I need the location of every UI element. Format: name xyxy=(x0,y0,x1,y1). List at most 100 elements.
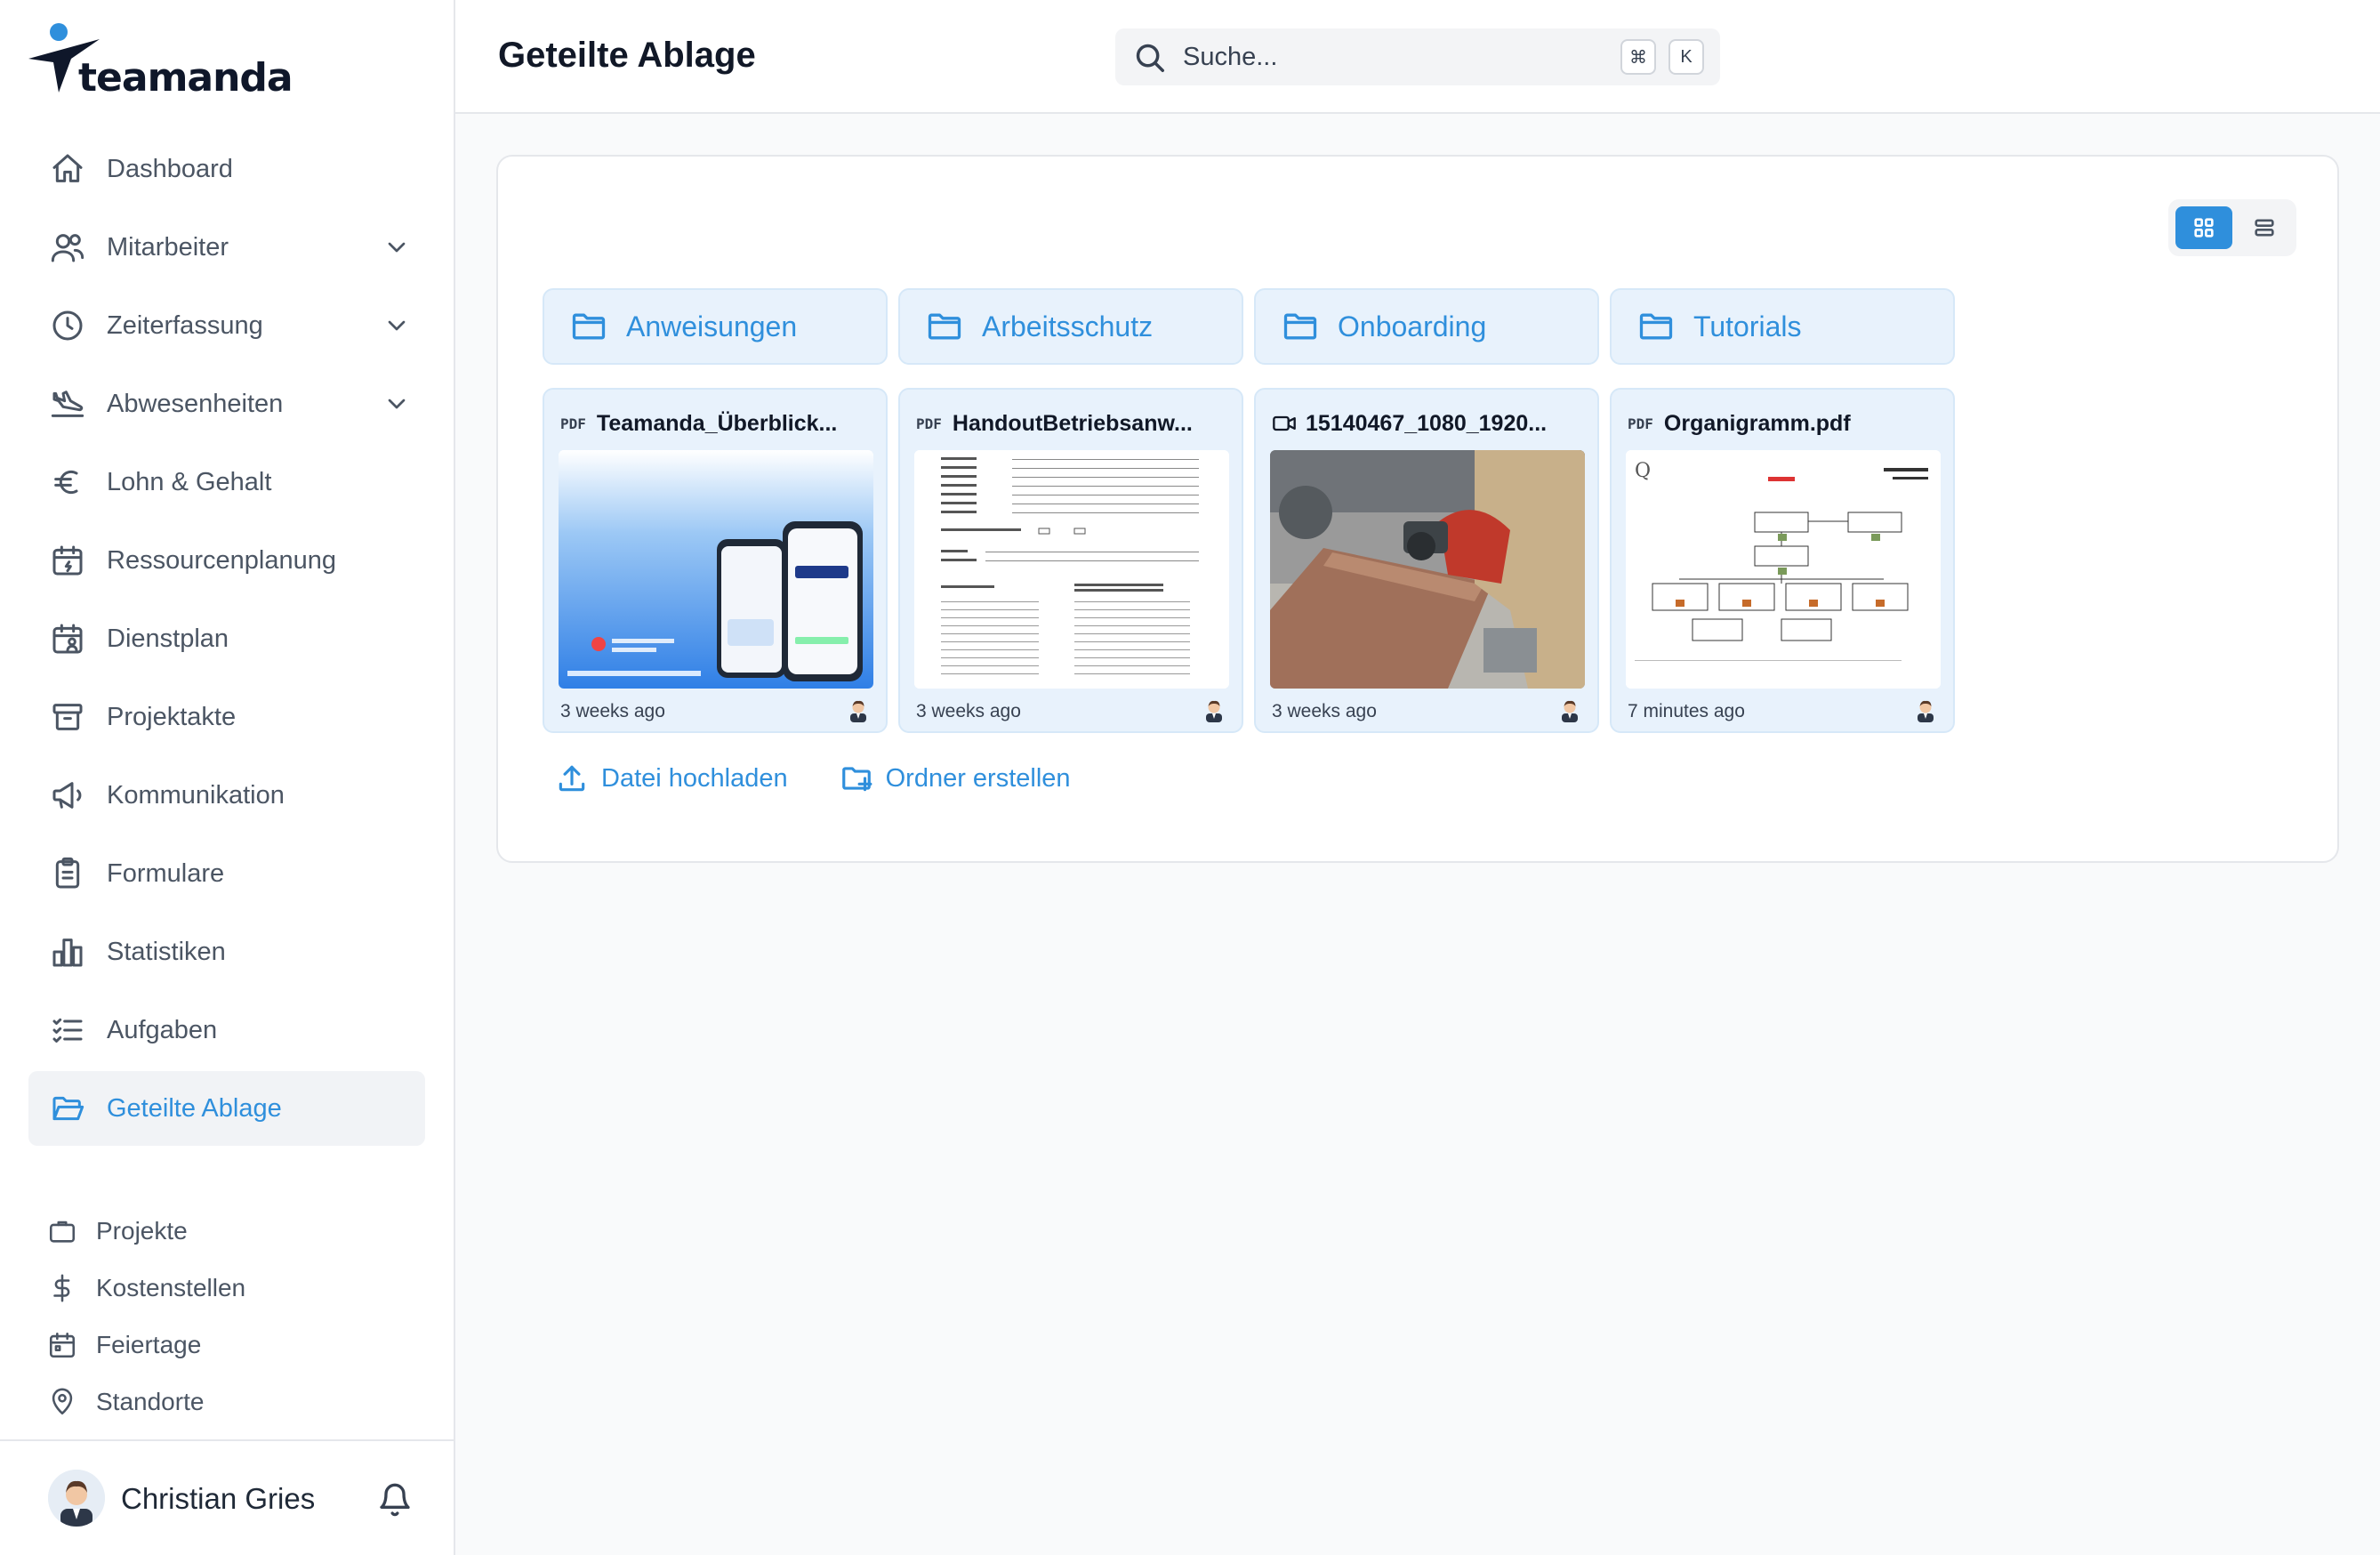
actions-row: Datei hochladen Ordner erstellen xyxy=(555,761,1122,795)
owner-avatar xyxy=(845,696,872,722)
view-toggle xyxy=(2168,199,2296,256)
folder-open-icon xyxy=(48,1089,87,1128)
folder-icon xyxy=(925,307,964,346)
sidebar-item-label: Formulare xyxy=(107,858,225,888)
file-modified-time: 3 weeks ago xyxy=(1272,701,1377,721)
search-bar[interactable]: Suche... ⌘ K xyxy=(1115,28,1720,85)
file-tile[interactable]: 15140467_1080_1920... 3 weeks ago xyxy=(1254,388,1599,733)
sidebar-item-label: Feiertage xyxy=(96,1331,202,1358)
sidebar-item-formulare[interactable]: Formulare xyxy=(28,836,425,911)
search-input[interactable]: Suche... xyxy=(1183,43,1277,72)
secondary-nav: Projekte Kostenstellen Feiertage Standor… xyxy=(46,1203,420,1430)
folder-tile[interactable]: Onboarding xyxy=(1254,288,1599,365)
sidebar-item-projekte[interactable]: Projekte xyxy=(46,1203,420,1260)
users-icon xyxy=(48,228,87,267)
folder-name: Anweisungen xyxy=(626,310,798,342)
sidebar-item-feiertage[interactable]: Feiertage xyxy=(46,1317,420,1374)
upload-file-button[interactable]: Datei hochladen xyxy=(555,761,788,795)
file-modified-time: 3 weeks ago xyxy=(916,701,1021,721)
task-list-icon xyxy=(48,1011,87,1050)
grid-view-button[interactable] xyxy=(2175,206,2232,249)
sidebar-item-aufgaben[interactable]: Aufgaben xyxy=(28,993,425,1068)
file-thumbnail[interactable]: Q xyxy=(1626,450,1941,689)
file-tile[interactable]: PDF Teamanda_Überblick... 3 weeks ago xyxy=(543,388,888,733)
sidebar-item-abwesenheiten[interactable]: Abwesenheiten xyxy=(28,367,425,441)
video-icon xyxy=(1273,415,1296,431)
chevron-down-icon[interactable] xyxy=(382,390,411,418)
file-header: PDF HandoutBetriebsanw... xyxy=(916,406,1227,441)
file-modified-time: 3 weeks ago xyxy=(560,701,665,721)
logo-text: teamanda xyxy=(78,55,293,101)
folder-plus-icon xyxy=(841,767,872,792)
search-icon xyxy=(1136,44,1164,72)
folder-tile[interactable]: Tutorials xyxy=(1610,288,1955,365)
archive-icon xyxy=(48,697,87,737)
euro-icon xyxy=(48,463,87,502)
sidebar-item-ressourcenplanung[interactable]: Ressourcenplanung xyxy=(28,523,425,598)
file-tile[interactable]: PDF HandoutBetriebsanw... 3 weeks ago xyxy=(898,388,1243,733)
folder-icon xyxy=(1636,307,1676,346)
chevron-down-icon[interactable] xyxy=(382,311,411,340)
calendar-bolt-icon xyxy=(48,541,87,580)
folder-icon xyxy=(569,307,608,346)
svg-text:Q: Q xyxy=(1635,460,1651,482)
file-thumbnail[interactable] xyxy=(559,450,873,689)
create-folder-button[interactable]: Ordner erstellen xyxy=(840,761,1071,795)
calendar-icon xyxy=(46,1329,78,1361)
sidebar-item-standorte[interactable]: Standorte xyxy=(46,1374,420,1430)
sidebar-item-dienstplan[interactable]: Dienstplan xyxy=(28,601,425,676)
list-view-button[interactable] xyxy=(2236,206,2293,249)
file-thumbnail[interactable] xyxy=(1270,450,1585,689)
file-tile[interactable]: PDF Organigramm.pdf Q 7 minutes ago xyxy=(1610,388,1955,733)
avatar[interactable] xyxy=(48,1470,105,1527)
file-name: 15140467_1080_1920... xyxy=(1306,410,1548,436)
sidebar-item-projektakte[interactable]: Projektakte xyxy=(28,680,425,754)
sidebar-item-label: Lohn & Gehalt xyxy=(107,467,272,496)
create-folder-label: Ordner erstellen xyxy=(885,763,1071,793)
sidebar-item-mitarbeiter[interactable]: Mitarbeiter xyxy=(28,210,425,285)
clock-icon xyxy=(48,306,87,345)
briefcase-icon xyxy=(46,1215,78,1247)
list-icon xyxy=(2255,219,2274,237)
sidebar-item-lohn-gehalt[interactable]: Lohn & Gehalt xyxy=(28,445,425,520)
logo[interactable]: teamanda xyxy=(27,20,293,101)
folder-tile[interactable]: Arbeitsschutz xyxy=(898,288,1243,365)
sidebar-item-label: Kommunikation xyxy=(107,780,285,810)
sidebar-item-label: Dienstplan xyxy=(107,624,229,653)
file-header: PDF Organigramm.pdf xyxy=(1628,406,1939,441)
folder-tile[interactable]: Anweisungen xyxy=(543,288,888,365)
sidebar: teamanda Dashboard Mitarbeiter Zeiterfas… xyxy=(0,0,455,1555)
dollar-icon xyxy=(46,1272,78,1304)
upload-icon xyxy=(559,765,585,792)
calendar-user-icon xyxy=(48,619,87,658)
sidebar-item-label: Projekte xyxy=(96,1217,188,1245)
user-bar: Christian Gries xyxy=(0,1439,454,1555)
sidebar-item-dashboard[interactable]: Dashboard xyxy=(28,132,425,206)
sidebar-item-kostenstellen[interactable]: Kostenstellen xyxy=(46,1260,420,1317)
sidebar-item-geteilte-ablage[interactable]: Geteilte Ablage xyxy=(28,1071,425,1146)
file-thumbnail[interactable] xyxy=(914,450,1229,689)
chevron-down-icon[interactable] xyxy=(382,233,411,262)
folder-name: Arbeitsschutz xyxy=(982,310,1154,342)
file-modified-time: 7 minutes ago xyxy=(1628,701,1745,721)
folder-icon xyxy=(1281,307,1320,346)
sidebar-item-zeiterfassung[interactable]: Zeiterfassung xyxy=(28,288,425,363)
sidebar-item-statistiken[interactable]: Statistiken xyxy=(28,914,425,989)
sidebar-item-label: Statistiken xyxy=(107,937,226,966)
pdf-icon: PDF xyxy=(560,415,586,432)
file-header: PDF Teamanda_Überblick... xyxy=(560,406,872,441)
clipboard-icon xyxy=(48,854,87,893)
bell-icon[interactable] xyxy=(377,1482,413,1518)
sidebar-item-kommunikation[interactable]: Kommunikation xyxy=(28,758,425,833)
top-header: Geteilte Ablage Suche... ⌘ K xyxy=(455,0,2380,114)
home-icon xyxy=(48,149,87,189)
sidebar-item-label: Ressourcenplanung xyxy=(107,545,336,575)
sidebar-item-label: Abwesenheiten xyxy=(107,389,284,418)
sidebar-item-label: Dashboard xyxy=(107,154,233,183)
sidebar-item-label: Projektakte xyxy=(107,702,237,731)
shortcut-key-k: K xyxy=(1668,39,1704,75)
grid-icon xyxy=(2194,218,2214,238)
sidebar-item-label: Kostenstellen xyxy=(96,1274,246,1301)
sidebar-item-label: Zeiterfassung xyxy=(107,310,263,340)
page-title: Geteilte Ablage xyxy=(498,36,756,75)
